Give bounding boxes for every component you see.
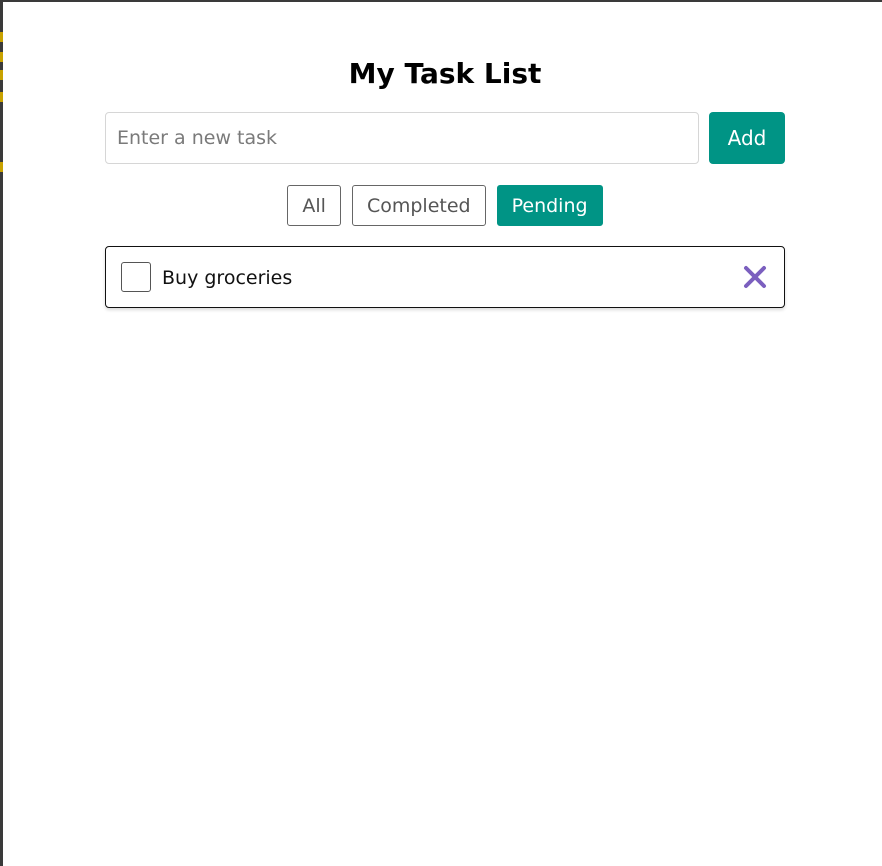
task-item: Buy groceries	[105, 246, 785, 308]
add-task-button[interactable]: Add	[709, 112, 785, 164]
add-task-row: Add	[105, 112, 785, 164]
page-title: My Task List	[348, 57, 542, 90]
task-text: Buy groceries	[162, 267, 293, 289]
close-icon	[744, 266, 766, 288]
new-task-input[interactable]	[105, 112, 699, 164]
window-edge-markers	[0, 32, 3, 172]
app-window: My Task List Add All Completed Pending B…	[0, 0, 882, 866]
task-list: Buy groceries	[105, 246, 785, 308]
filter-completed-button[interactable]: Completed	[351, 185, 486, 226]
filter-bar: All Completed Pending	[105, 185, 785, 226]
task-complete-checkbox[interactable]	[121, 262, 151, 292]
filter-all-button[interactable]: All	[287, 185, 341, 226]
delete-task-button[interactable]	[742, 264, 768, 290]
filter-pending-button[interactable]: Pending	[496, 185, 603, 226]
